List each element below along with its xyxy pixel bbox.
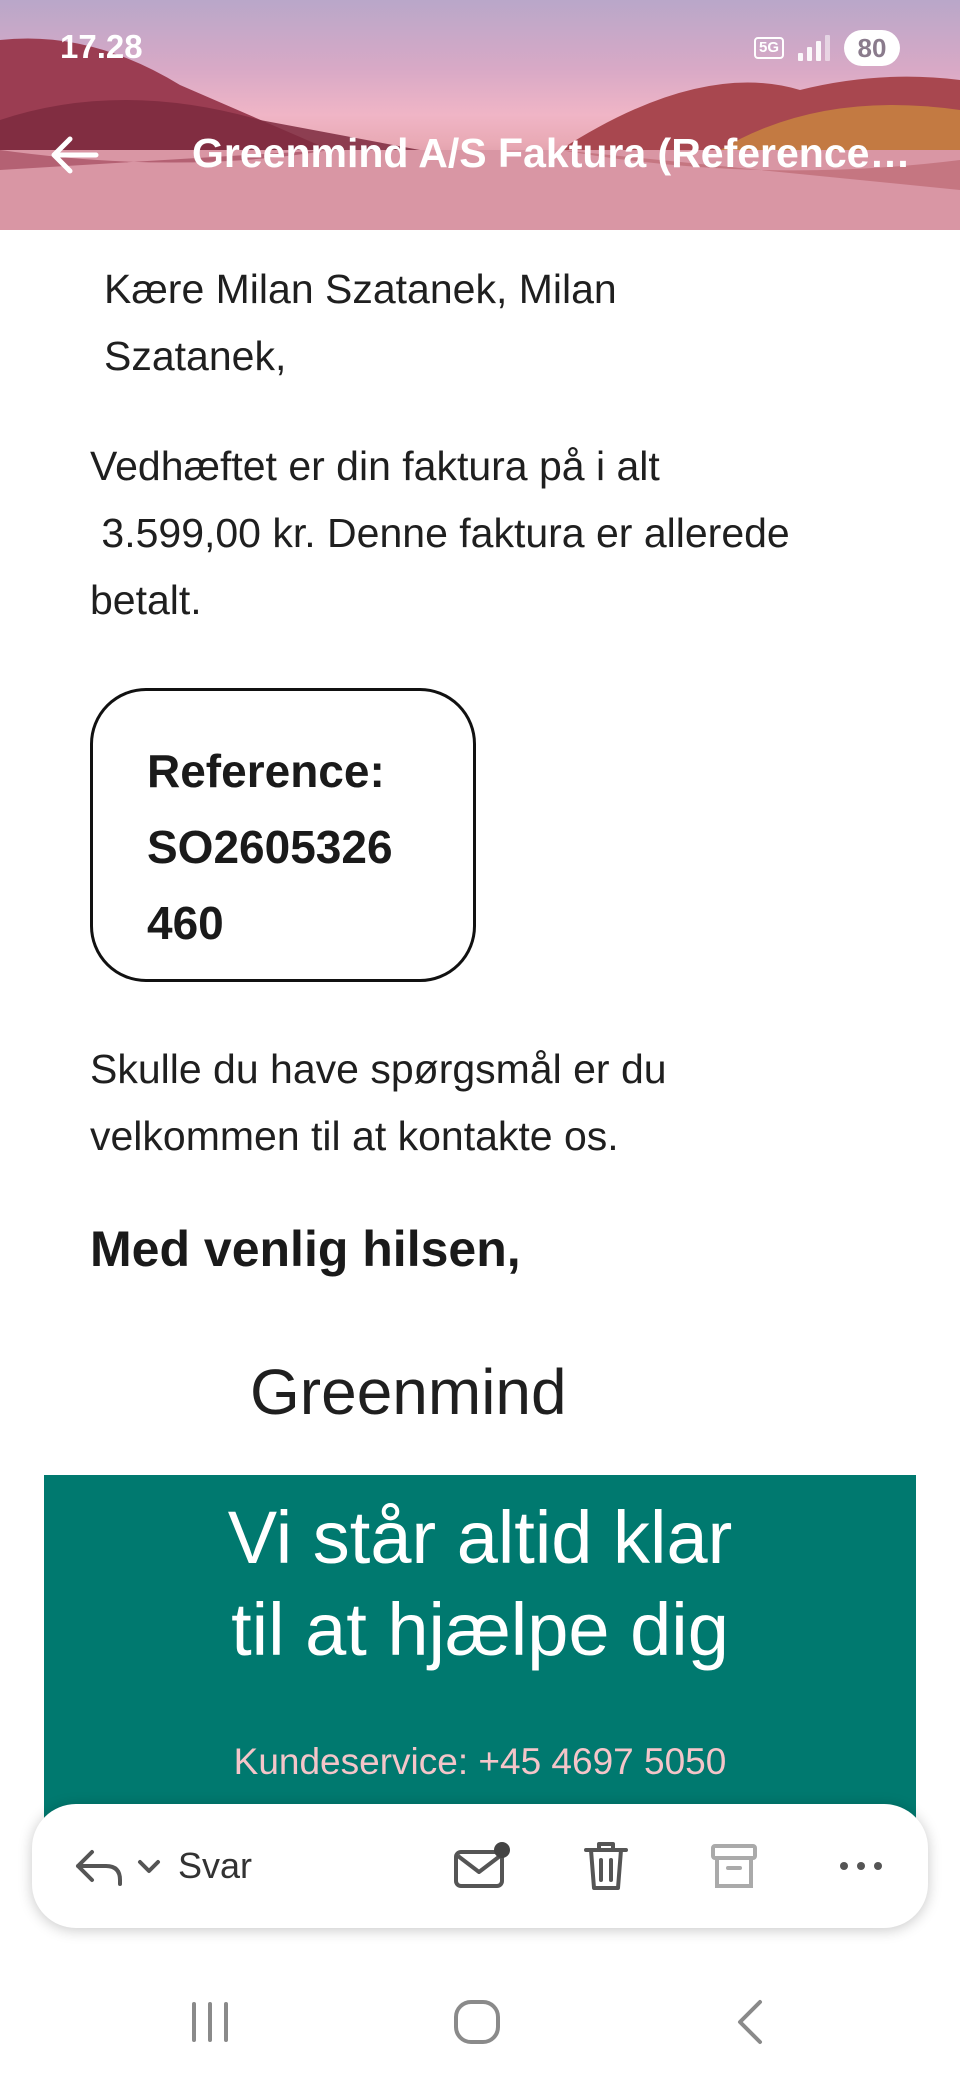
email-action-bar: Svar	[32, 1804, 928, 1928]
reference-number-part-2: 460	[147, 897, 224, 949]
archive-button[interactable]	[706, 1804, 762, 1928]
trash-icon	[584, 1842, 628, 1890]
email-subject: Greenmind A/S Faktura (Reference SO26053…	[192, 130, 912, 176]
signature-name: Greenmind	[250, 1356, 567, 1428]
invoice-paragraph-line-2: 3.599,00 kr. Denne faktura er allerede	[90, 510, 790, 556]
recents-button[interactable]	[170, 1990, 250, 2054]
signoff: Med venlig hilsen,	[90, 1221, 521, 1277]
delete-button[interactable]	[578, 1804, 634, 1928]
status-time: 17.28	[60, 28, 143, 65]
chevron-down-icon[interactable]	[134, 1854, 164, 1878]
banner-line-2: til at hjælpe dig	[231, 1588, 729, 1671]
more-options-button[interactable]	[836, 1804, 886, 1928]
reference-number-part-1: SO2605326	[147, 821, 393, 873]
system-navigation-bar	[0, 1960, 960, 2080]
reference-box: Reference: SO2605326 460	[90, 688, 476, 982]
signal-icon	[798, 35, 830, 61]
banner-line-1: Vi står altid klar	[227, 1496, 733, 1579]
recents-icon	[192, 2002, 228, 2042]
reference-label: Reference:	[147, 745, 385, 797]
home-icon	[454, 2000, 500, 2044]
contact-paragraph-line-2: velkommen til at kontakte os.	[90, 1113, 619, 1159]
reply-label: Svar	[178, 1845, 253, 1886]
mark-unread-icon	[454, 1842, 510, 1888]
email-header: 17.28 5G 80 Greenmind A/S Faktura (Refer…	[0, 0, 960, 230]
invoice-paragraph-line-3: betalt.	[90, 577, 202, 623]
invoice-paragraph-line-1: Vedhæftet er din faktura på i alt	[90, 443, 660, 489]
reply-icon	[76, 1850, 122, 1886]
status-icons: 5G 80	[753, 30, 900, 66]
back-icon	[738, 2000, 762, 2044]
back-button[interactable]	[44, 130, 104, 180]
battery-indicator: 80	[844, 30, 900, 66]
home-button[interactable]	[438, 1990, 518, 2054]
customer-service-phone[interactable]: Kundeservice: +45 4697 5050	[44, 1741, 916, 1783]
network-5g-icon: 5G	[753, 37, 784, 59]
greeting-line-1: Kære Milan Szatanek, Milan	[104, 266, 617, 312]
archive-icon	[711, 1844, 757, 1888]
reply-button[interactable]: Svar	[72, 1804, 252, 1928]
greeting-line-2: Szatanek,	[104, 333, 287, 379]
more-icon	[840, 1862, 882, 1870]
contact-paragraph-line-1: Skulle du have spørgsmål er du	[90, 1046, 667, 1092]
system-back-button[interactable]	[708, 1990, 788, 2054]
mark-unread-button[interactable]	[450, 1804, 512, 1928]
arrow-left-icon	[51, 136, 99, 174]
